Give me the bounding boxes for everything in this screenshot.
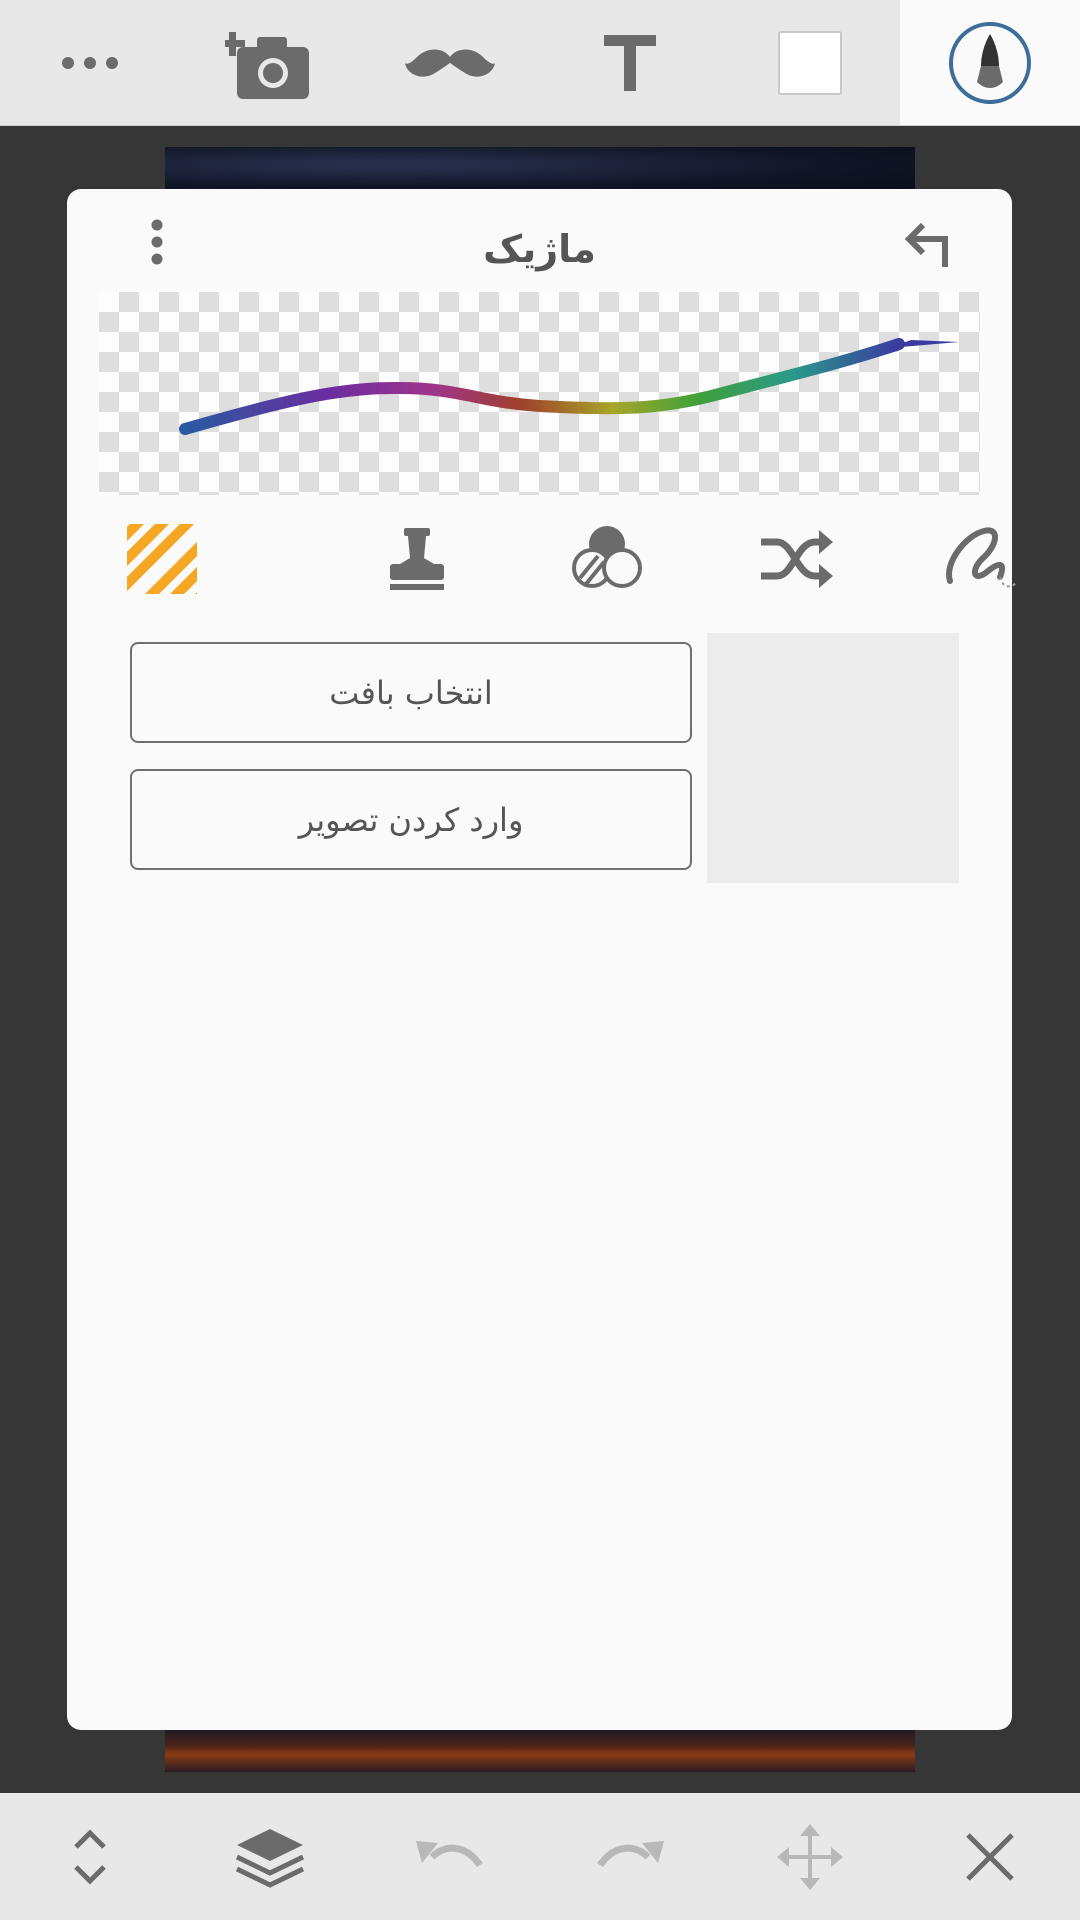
undo-button[interactable] xyxy=(390,1793,510,1920)
texture-preview xyxy=(707,633,959,883)
import-image-button[interactable]: وارد کردن تصویر xyxy=(130,769,692,870)
brush-icon xyxy=(949,21,1031,104)
text-icon xyxy=(604,34,656,91)
select-texture-button[interactable]: انتخاب بافت xyxy=(130,642,692,743)
text-button[interactable] xyxy=(565,0,695,125)
mustache-icon xyxy=(405,49,495,77)
close-button[interactable] xyxy=(930,1793,1050,1920)
undo-icon xyxy=(416,1840,483,1867)
more-horizontal-icon xyxy=(62,56,118,69)
bottom-toolbar xyxy=(0,1793,1080,1920)
expand-collapse-button[interactable] xyxy=(30,1793,150,1920)
mode-stamp-button[interactable] xyxy=(372,514,462,604)
color-button[interactable] xyxy=(745,0,875,125)
top-toolbar xyxy=(0,0,1080,126)
blend-circles-icon xyxy=(572,526,642,588)
brush-button[interactable] xyxy=(900,0,1080,125)
back-button[interactable] xyxy=(897,213,957,273)
color-swatch-icon xyxy=(778,30,842,95)
redo-icon xyxy=(597,1840,664,1867)
move-icon xyxy=(777,1823,843,1890)
brush-mode-row xyxy=(67,514,1016,604)
sticker-button[interactable] xyxy=(385,0,515,125)
scribble-icon xyxy=(945,527,1016,588)
brush-stroke-preview xyxy=(179,338,959,435)
texture-stripes-icon xyxy=(127,524,197,594)
canvas-image-bottom[interactable] xyxy=(165,1728,915,1772)
back-arrow-icon xyxy=(904,222,948,267)
add-photo-button[interactable] xyxy=(205,0,335,125)
layers-icon xyxy=(235,1828,305,1888)
redo-button[interactable] xyxy=(570,1793,690,1920)
add-photo-camera-icon xyxy=(225,31,309,99)
mode-random-button[interactable] xyxy=(752,514,842,604)
expand-collapse-icon xyxy=(74,1828,106,1885)
move-button[interactable] xyxy=(750,1793,870,1920)
mode-texture-button[interactable] xyxy=(117,514,207,604)
close-icon xyxy=(966,1832,1014,1881)
mode-blend-button[interactable] xyxy=(562,514,652,604)
brush-preview xyxy=(99,292,980,495)
canvas-image-top[interactable] xyxy=(165,147,915,192)
brush-panel: ماژیک انتخاب بافت وارد کردن تصویر xyxy=(67,189,1016,1730)
stamp-icon xyxy=(390,528,444,590)
panel-title: ماژیک xyxy=(483,227,596,271)
mode-scribble-button[interactable] xyxy=(942,514,1017,604)
shuffle-icon xyxy=(761,530,833,588)
more-button[interactable] xyxy=(25,0,155,125)
layers-button[interactable] xyxy=(210,1793,330,1920)
